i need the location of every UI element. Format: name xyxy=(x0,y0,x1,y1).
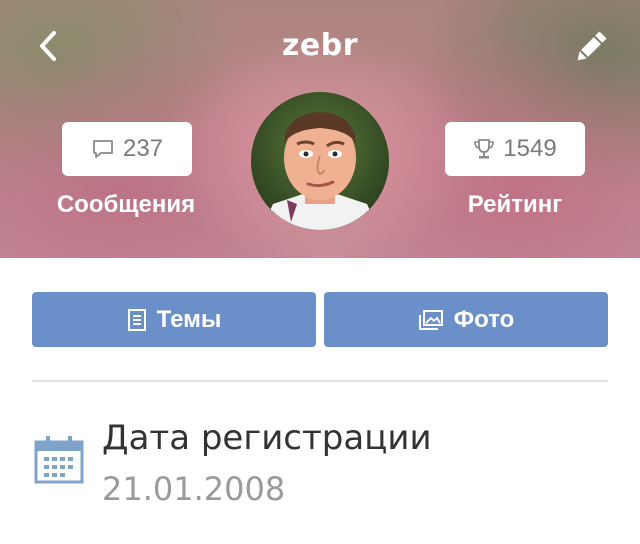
speech-bubble-icon xyxy=(93,140,113,158)
topics-button[interactable]: Темы xyxy=(32,292,316,347)
registration-date-title: Дата регистрации xyxy=(102,418,432,458)
messages-label: Сообщения xyxy=(56,191,196,218)
messages-count: 237 xyxy=(122,135,164,162)
rating-label: Рейтинг xyxy=(467,191,563,218)
rating-count: 1549 xyxy=(503,135,557,162)
trophy-icon xyxy=(474,139,495,159)
photo-album-icon xyxy=(418,309,443,330)
topics-label: Темы xyxy=(156,305,222,333)
calendar-icon xyxy=(34,436,84,484)
photos-label: Фото xyxy=(453,305,515,333)
photos-button[interactable]: Фото xyxy=(324,292,608,347)
avatar[interactable] xyxy=(251,92,389,230)
user-photo xyxy=(251,92,389,230)
divider xyxy=(32,380,608,382)
document-icon xyxy=(127,308,146,331)
registration-date-value: 21.01.2008 xyxy=(102,470,286,508)
pencil-icon xyxy=(577,31,607,61)
page-title: zebr xyxy=(281,28,359,63)
messages-count-button[interactable]: 237 xyxy=(62,122,192,176)
edit-button[interactable] xyxy=(570,26,612,68)
rating-count-button[interactable]: 1549 xyxy=(445,122,585,176)
